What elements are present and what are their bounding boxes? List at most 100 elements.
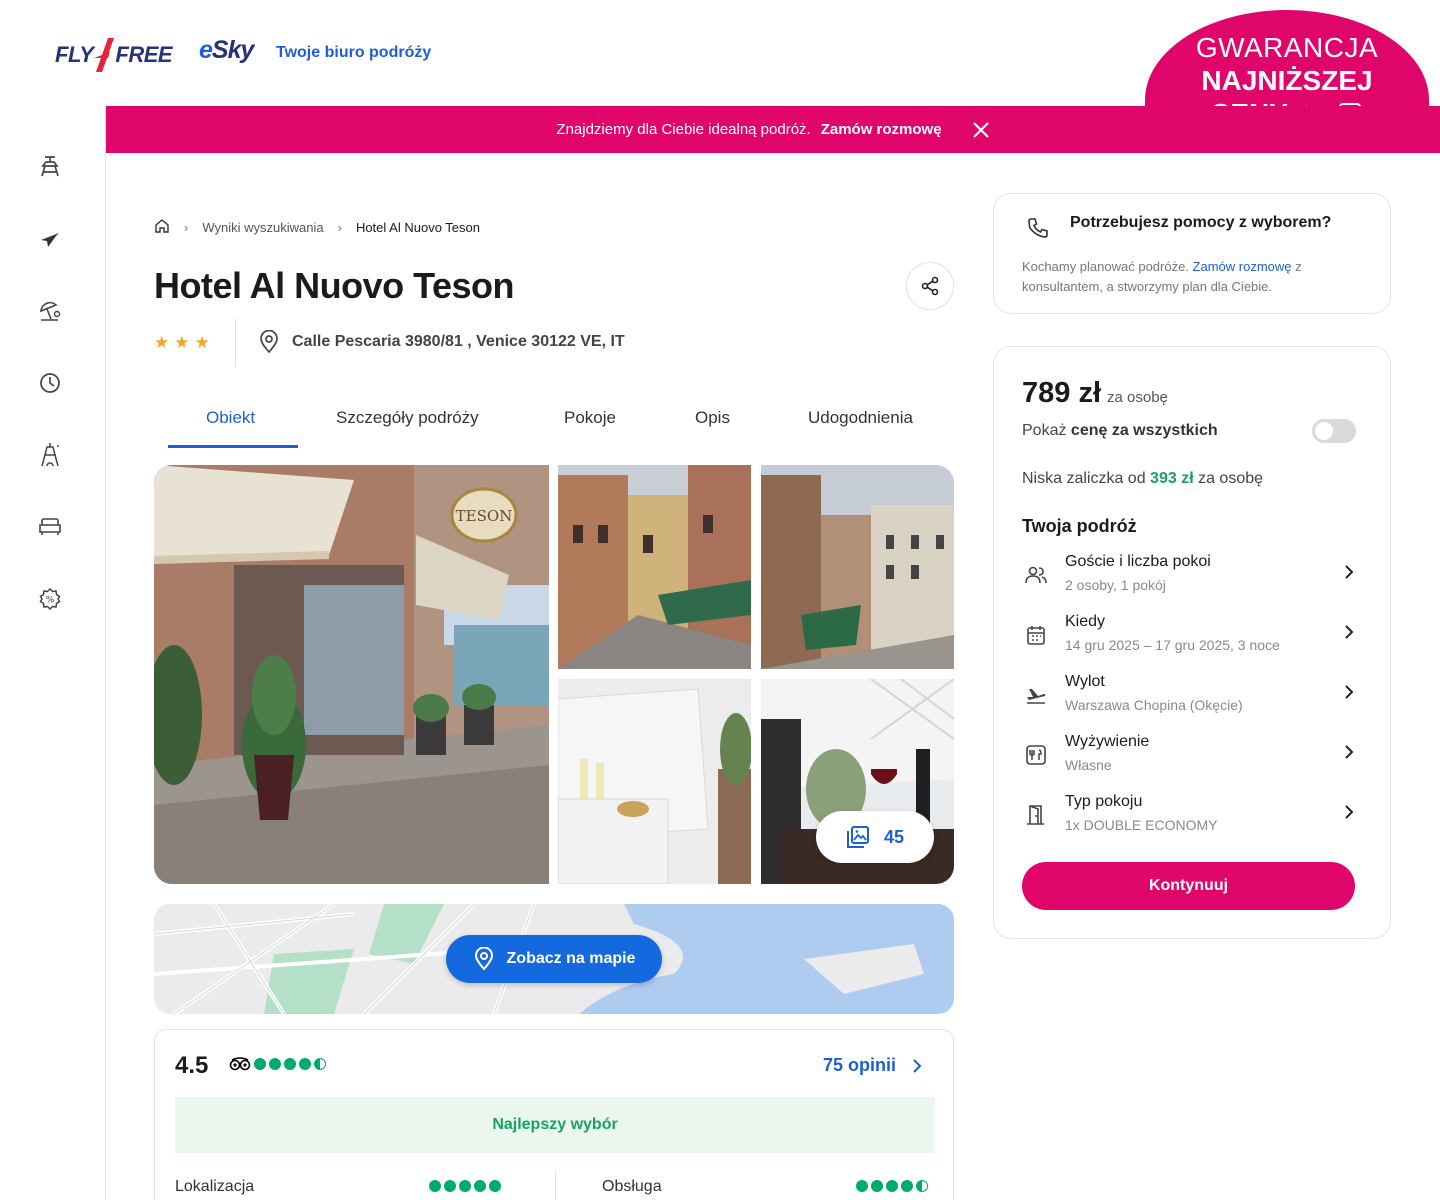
clock-icon[interactable] [37,370,63,396]
guests-icon [1022,563,1050,587]
show-on-map-button[interactable]: Zobacz na mapie [446,935,662,983]
toggle-knob [1315,422,1333,440]
esky-text: Sky [211,36,254,64]
category-service-dots [856,1180,928,1192]
calendar-icon [1022,623,1050,647]
trip-title: Twoja podróż [1022,516,1137,536]
rating-dot [474,1180,486,1192]
tagline: Twoje biuro podróży [276,44,432,61]
reviews-link[interactable]: 75 opinii [823,1055,922,1076]
photos-icon [846,826,869,848]
plane-icon[interactable] [37,226,63,252]
phone-icon [1026,216,1050,245]
star-icon: ★ [154,333,170,352]
category-service-label: Obsługa [602,1178,662,1195]
all-photos-button[interactable]: 45 [816,811,934,863]
tab-opis[interactable]: Opis [695,408,730,428]
location-pin-icon [474,947,493,971]
address-text: Calle Pescaria 3980/81 , Venice 30122 VE… [292,333,625,350]
rating-dot [489,1180,501,1192]
price-per-person: za osobę [1107,389,1168,406]
share-button[interactable] [906,262,954,310]
tripadvisor-rating [229,1057,326,1071]
share-icon [921,276,939,296]
promo-call-link[interactable]: Zamów rozmowę [821,121,942,138]
departure-icon [1022,683,1050,707]
gallery-photo-2[interactable] [558,465,751,669]
rating-dot [901,1180,913,1192]
category-location-dots [429,1180,501,1192]
chevron-right-icon: › [184,220,189,235]
tab-udogodnienia[interactable]: Udogodnienia [808,408,913,428]
tab-obiekt[interactable]: Obiekt [206,408,255,428]
trip-row-meals[interactable]: Wyżywienie Własne [1022,733,1362,783]
deposit-amount: 393 zł [1150,470,1194,487]
chevron-right-icon [1345,685,1354,699]
show-total-price-label: Pokaż cenę za wszystkich [1022,422,1218,440]
continue-button[interactable]: Kontynuuj [1022,862,1355,910]
order-call-link[interactable]: Zamów rozmowę [1193,259,1292,274]
logo-fly-text: FLY [55,42,94,67]
show-on-map-label: Zobacz na mapie [506,950,636,967]
chevron-right-icon [913,1058,922,1073]
breadcrumb-current: Hotel Al Nuovo Teson [355,220,480,235]
rating-score: 4.5 [175,1052,209,1079]
teson-sign-text: TESON [456,507,513,525]
trip-row-room-type[interactable]: Typ pokoju 1x DOUBLE ECONOMY [1022,793,1362,843]
esky-logo[interactable]: eSky [199,36,254,65]
active-tab-indicator [168,445,298,448]
show-all-bold: cenę za wszystkich [1070,422,1218,439]
star-icon: ★ [174,333,190,352]
deposit-info: Niska zaliczka od 393 zł za osobę [1022,470,1263,488]
tab-szczegoly-podrozy[interactable]: Szczegóły podróży [336,408,479,428]
discount-icon[interactable]: % [37,586,63,612]
promo-text: Znajdziemy dla Ciebie idealną podróż. [556,121,811,138]
trip-row-dates[interactable]: Kiedy 14 gru 2025 – 17 gru 2025, 3 noce [1022,613,1362,663]
gallery-main-photo[interactable]: TESON [154,465,549,884]
tab-bar: Obiekt Szczegóły podróży Pokoje Opis Udo… [154,398,954,450]
trip-row-departure[interactable]: Wylot Warszawa Chopina (Okęcie) [1022,673,1362,723]
reviews-card: 4.5 75 opinii Najlepszy wybór Lokalizacj… [154,1029,954,1200]
rating-dot [254,1058,266,1070]
home-icon[interactable] [154,218,170,237]
rating-dot [459,1180,471,1192]
rating-dot [444,1180,456,1192]
trip-row-value: 2 osoby, 1 pokój [1065,577,1166,593]
meal-icon [1022,743,1050,767]
help-text: Kochamy planować podróże. Zamów rozmowę … [1022,257,1362,297]
trip-row-value: 14 gru 2025 – 17 gru 2025, 3 noce [1065,637,1280,653]
guarantee-line2: NAJNIŻSZEJ [1201,65,1373,96]
eiffel-tower-icon[interactable] [37,442,63,468]
trip-row-label: Wylot [1065,673,1105,690]
hotel-stars: ★ ★ ★ [154,334,210,352]
show-all-prefix: Pokaż [1022,422,1071,439]
rating-dot-half [314,1058,326,1070]
rating-dot [299,1058,311,1070]
gallery-photo-3[interactable] [761,465,954,669]
sofa-icon[interactable] [37,514,63,540]
flyfree-logo[interactable]: FLY FREE [55,38,173,72]
trip-row-value: 1x DOUBLE ECONOMY [1065,817,1218,833]
guarantee-line1: GWARANCJA [1195,32,1379,63]
trip-row-guests[interactable]: Goście i liczba pokoi 2 osoby, 1 pokój [1022,553,1362,603]
trip-row-label: Wyżywienie [1065,733,1150,750]
rating-dot-half [916,1180,928,1192]
close-icon[interactable] [972,121,990,139]
show-total-price-toggle[interactable] [1312,419,1356,443]
breadcrumb-search-results[interactable]: Wyniki wyszukiwania [202,220,323,235]
price-amount: 789 zł [1022,377,1101,409]
price: 789 zł za osobę [1022,377,1168,410]
divider [555,1170,556,1200]
tab-pokoje[interactable]: Pokoje [564,408,616,428]
category-location-label: Lokalizacja [175,1178,255,1195]
promo-bar: Znajdziemy dla Ciebie idealną podróż. Za… [106,106,1440,153]
rating-dot [856,1180,868,1192]
sidebar: % [0,106,106,1200]
sun-umbrella-icon[interactable] [37,298,63,324]
chevron-right-icon: › [337,220,342,235]
help-title: Potrzebujesz pomocy z wyborem? [1070,214,1332,231]
gallery-photo-4[interactable] [558,679,751,884]
divider [235,319,236,367]
trip-row-value: Własne [1065,757,1112,773]
beach-chair-icon[interactable] [37,154,63,180]
